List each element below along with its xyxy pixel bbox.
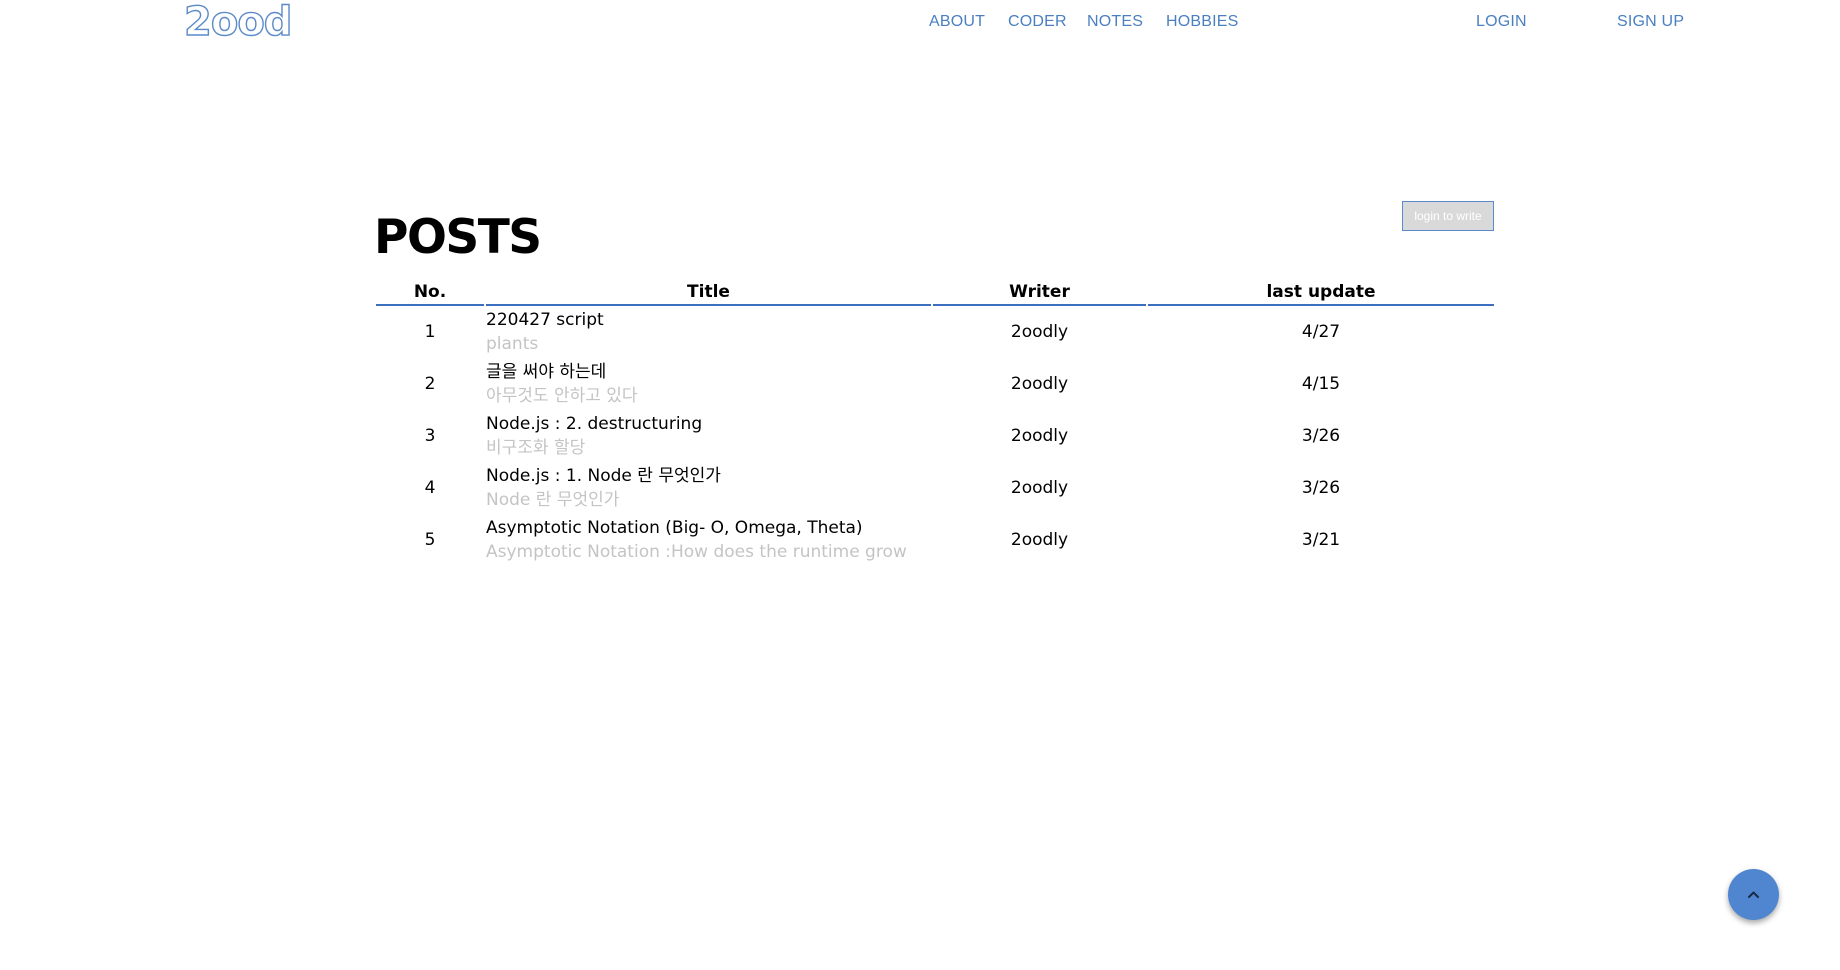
login-to-write-button[interactable]: login to write bbox=[1402, 201, 1494, 231]
table-row[interactable]: 5 Asymptotic Notation (Big- O, Omega, Th… bbox=[376, 514, 1494, 566]
column-header-no: No. bbox=[376, 280, 484, 306]
post-title[interactable]: 220427 script bbox=[486, 308, 931, 332]
post-date: 3/26 bbox=[1301, 426, 1341, 446]
post-writer: 2oodly bbox=[1010, 322, 1069, 342]
nav-hobbies-link[interactable]: HOBBIES bbox=[1166, 12, 1239, 32]
post-number: 1 bbox=[424, 322, 436, 342]
table-row[interactable]: 1 220427 script plants 2oodly 4/27 bbox=[376, 306, 1494, 358]
chevron-up-icon bbox=[1748, 891, 1759, 898]
post-writer: 2oodly bbox=[1010, 374, 1069, 394]
post-subtitle: plants bbox=[486, 334, 539, 354]
nav-about-link[interactable]: ABOUT bbox=[929, 12, 985, 32]
post-writer: 2oodly bbox=[1010, 426, 1069, 446]
post-date: 3/26 bbox=[1301, 478, 1341, 498]
post-title[interactable]: Node.js : 2. destructuring bbox=[486, 412, 931, 436]
post-title-cell[interactable]: 220427 script plants bbox=[486, 306, 931, 358]
post-subtitle: Asymptotic Notation :How does the runtim… bbox=[486, 542, 907, 562]
column-header-writer: Writer bbox=[933, 280, 1146, 306]
scroll-to-top-button[interactable] bbox=[1728, 869, 1779, 920]
post-date: 4/27 bbox=[1301, 322, 1341, 342]
post-number: 3 bbox=[424, 426, 436, 446]
post-subtitle: 비구조화 할당 bbox=[486, 438, 586, 458]
post-title[interactable]: Node.js : 1. Node 란 무엇인가 bbox=[486, 464, 931, 488]
post-title[interactable]: Asymptotic Notation (Big- O, Omega, Thet… bbox=[486, 516, 931, 540]
post-number: 5 bbox=[424, 530, 436, 550]
table-header-row: No. Title Writer last update bbox=[376, 280, 1494, 306]
column-header-title: Title bbox=[486, 280, 931, 306]
post-writer: 2oodly bbox=[1010, 530, 1069, 550]
post-title-cell[interactable]: Node.js : 1. Node 란 무엇인가 Node 란 무엇인가 bbox=[486, 462, 931, 514]
post-title-cell[interactable]: Node.js : 2. destructuring 비구조화 할당 bbox=[486, 410, 931, 462]
signup-link[interactable]: SIGN UP bbox=[1617, 12, 1684, 32]
post-number: 2 bbox=[424, 374, 436, 394]
login-link[interactable]: LOGIN bbox=[1476, 12, 1527, 32]
posts-table: No. Title Writer last update 1 220427 sc… bbox=[374, 280, 1496, 566]
post-writer: 2oodly bbox=[1010, 478, 1069, 498]
post-title-cell[interactable]: Asymptotic Notation (Big- O, Omega, Thet… bbox=[486, 514, 931, 566]
column-header-last-update: last update bbox=[1148, 280, 1494, 306]
site-logo[interactable]: 2ood bbox=[183, 0, 293, 45]
nav-notes-link[interactable]: NOTES bbox=[1087, 12, 1143, 32]
post-subtitle: 아무것도 안하고 있다 bbox=[486, 386, 638, 406]
post-title-cell[interactable]: 글을 써야 하는데 아무것도 안하고 있다 bbox=[486, 358, 931, 410]
nav-coder-link[interactable]: CODER bbox=[1008, 12, 1067, 32]
post-subtitle: Node 란 무엇인가 bbox=[486, 490, 620, 510]
table-row[interactable]: 3 Node.js : 2. destructuring 비구조화 할당 2oo… bbox=[376, 410, 1494, 462]
post-number: 4 bbox=[424, 478, 436, 498]
page: 2ood ABOUT CODER NOTES HOBBIES LOGIN SIG… bbox=[0, 0, 1840, 970]
table-row[interactable]: 4 Node.js : 1. Node 란 무엇인가 Node 란 무엇인가 2… bbox=[376, 462, 1494, 514]
page-title: POSTS bbox=[374, 210, 542, 265]
table-row[interactable]: 2 글을 써야 하는데 아무것도 안하고 있다 2oodly 4/15 bbox=[376, 358, 1494, 410]
post-date: 3/21 bbox=[1301, 530, 1341, 550]
post-date: 4/15 bbox=[1301, 374, 1341, 394]
post-title[interactable]: 글을 써야 하는데 bbox=[486, 360, 931, 384]
